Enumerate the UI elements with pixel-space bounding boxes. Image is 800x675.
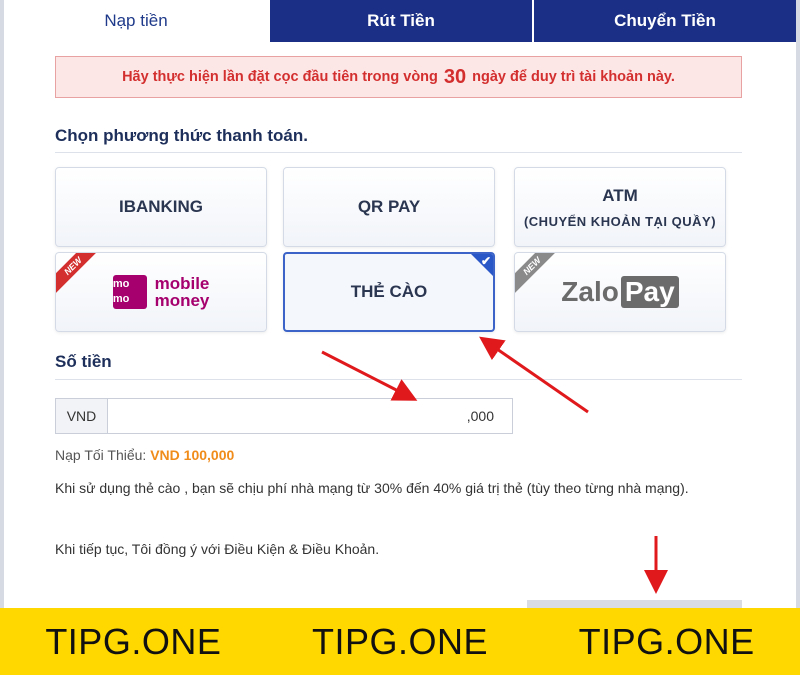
- arrow-to-amount: [321, 350, 418, 401]
- arrow-annotation: [321, 336, 668, 594]
- watermark-text: TIPG.ONE: [578, 620, 755, 662]
- watermark-bar: TIPG.ONE TIPG.ONE TIPG.ONE: [0, 608, 800, 675]
- watermark-text: TIPG.ONE: [311, 620, 488, 662]
- watermark-text: TIPG.ONE: [45, 620, 222, 662]
- arrow-to-the-cao: [479, 336, 589, 414]
